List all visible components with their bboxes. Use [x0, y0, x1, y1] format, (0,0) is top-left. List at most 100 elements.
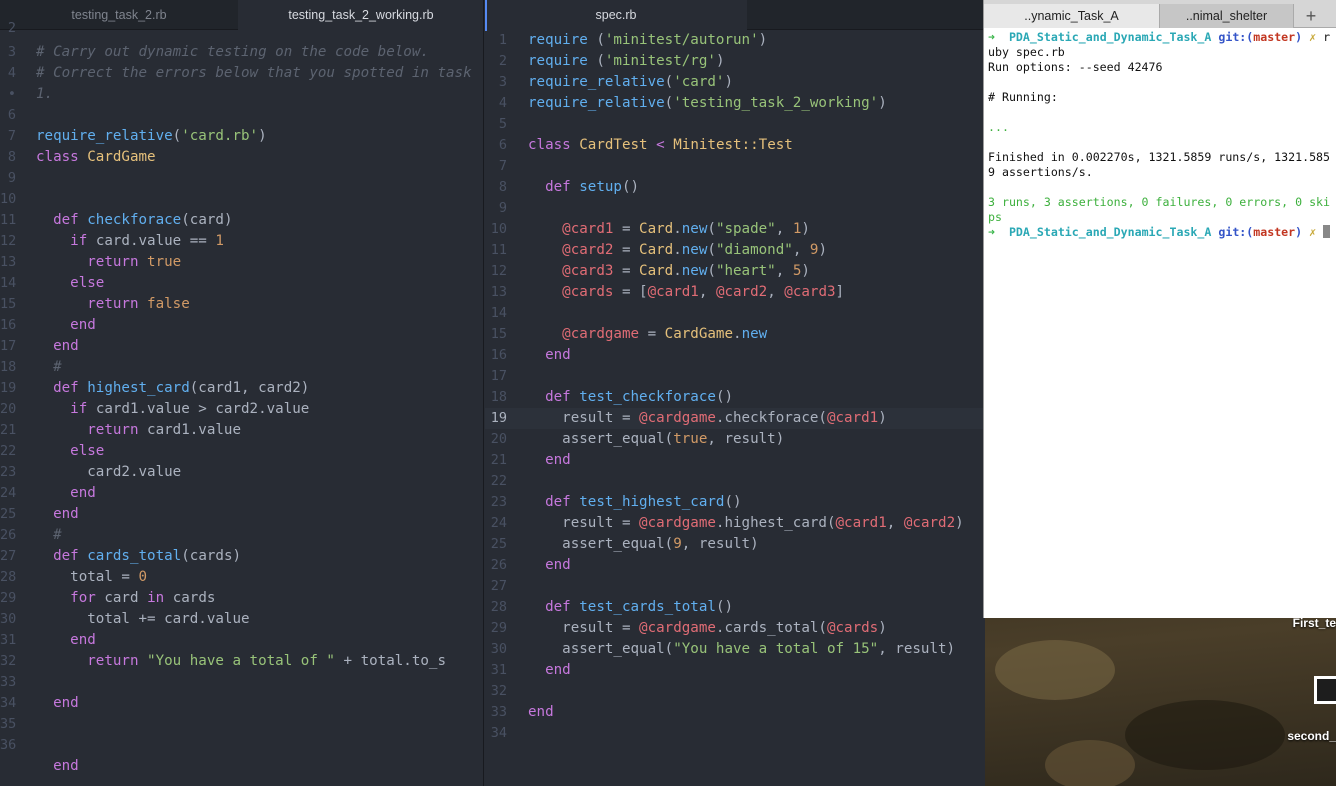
code-token: return [87, 296, 139, 312]
code-line: 10 @card1 = Card.new("spade", 1) [485, 219, 985, 240]
code-token: (card) [181, 212, 233, 228]
prompt-directory: PDA_Static_and_Dynamic_Task_A [1008, 225, 1212, 239]
code-line: 21 return card1.value [0, 420, 483, 441]
line-number: 7 [7, 128, 16, 144]
desktop-folder-icon[interactable] [1314, 676, 1336, 704]
tab-bar-right: spec.rb [485, 0, 985, 31]
code-line: 21 end [485, 450, 985, 471]
code-token: end [545, 662, 571, 678]
code-line: 14 else [0, 273, 483, 294]
code-token: 'card' [673, 74, 725, 90]
code-token: ) [801, 263, 810, 279]
code-token: Card [639, 263, 674, 279]
line-number: 17 [0, 338, 17, 354]
code-line: 16 end [485, 345, 985, 366]
code-line: 8 def setup() [485, 177, 985, 198]
code-token: def [53, 212, 79, 228]
terminal-tab-task-a[interactable]: ..ynamic_Task_A [984, 4, 1160, 28]
code-line: 15 @cardgame = CardGame.new [485, 324, 985, 345]
line-number: 20 [0, 401, 17, 417]
code-token: ( [664, 95, 674, 111]
code-token: CardGame [664, 326, 734, 342]
code-token: return [87, 653, 139, 669]
code-token: end [545, 452, 571, 468]
code-token: assert_equal( [562, 536, 674, 552]
line-number: 26 [490, 557, 507, 573]
code-token: end [53, 506, 79, 522]
code-token: ( [596, 53, 605, 69]
terminal-command: r [1323, 30, 1331, 44]
code-token: 'minitest/rg' [604, 53, 716, 69]
code-token: card1.value [147, 422, 242, 438]
code-token: . [673, 221, 682, 237]
code-line: 32 return "You have a total of " + total… [0, 651, 483, 672]
code-line: 17 [485, 366, 985, 387]
line-number: 36 [0, 737, 17, 753]
terminal-window[interactable]: ..ynamic_Task_A ..nimal_shelter + ➜ PDA_… [983, 0, 1336, 618]
desktop-folder-label[interactable]: second_ [1287, 729, 1336, 743]
code-token: , result) [681, 536, 759, 552]
code-token: else [70, 275, 105, 291]
code-token: @card1 [562, 221, 614, 237]
code-line: 11 @card2 = Card.new("diamond", 9) [485, 240, 985, 261]
code-token: .highest_card( [715, 515, 836, 531]
code-line: 15 return false [0, 294, 483, 315]
code-token: CardGame [87, 149, 156, 165]
code-token: true [673, 431, 708, 447]
code-line: 12 @card3 = Card.new("heart", 5) [485, 261, 985, 282]
line-number: 8 [7, 149, 16, 165]
code-token: , [792, 242, 810, 258]
terminal-tab-animal-shelter[interactable]: ..nimal_shelter [1160, 4, 1294, 28]
tab-spec-rb[interactable]: spec.rb [485, 0, 747, 31]
line-number: 32 [0, 653, 17, 669]
code-token: ( [664, 74, 674, 90]
code-line: 9 [485, 198, 985, 219]
line-number: 18 [490, 389, 507, 405]
code-line: 22 [485, 471, 985, 492]
line-number: 15 [0, 296, 17, 312]
code-token: ( [707, 242, 716, 258]
code-line: 29 for card in cards [0, 588, 483, 609]
code-token: . [733, 326, 742, 342]
code-token: end [545, 557, 571, 573]
line-number: 14 [490, 305, 507, 321]
code-token: (card1, card2) [189, 380, 310, 396]
code-token: new [681, 221, 708, 237]
code-token: new [681, 263, 708, 279]
code-token: cards [172, 590, 216, 606]
code-token: end [53, 695, 79, 711]
code-token: Card [639, 242, 674, 258]
line-number: 7 [498, 158, 507, 174]
desktop-folder-label[interactable]: First_te [1293, 616, 1336, 630]
code-token: require_relative [36, 128, 173, 144]
code-line: 30 total += card.value [0, 609, 483, 630]
code-line: 32 [485, 681, 985, 702]
code-token: = [613, 263, 640, 279]
code-token: @card3 [784, 284, 836, 300]
terminal-line: 3 runs, 3 assertions, 0 failures, 0 erro… [988, 195, 1331, 209]
code-token: = [613, 221, 640, 237]
code-token: ] [835, 284, 845, 300]
code-token: 'card.rb' [181, 128, 259, 144]
code-line: 23 card2.value [0, 462, 483, 483]
code-token: class [528, 137, 571, 153]
code-token: return [87, 254, 139, 270]
line-number: 11 [0, 212, 17, 228]
code-line: 12 if card.value == 1 [0, 231, 483, 252]
code-line: 3 # Carry out dynamic testing on the code… [0, 42, 483, 63]
line-number: 27 [0, 548, 17, 564]
code-token: () [715, 389, 734, 405]
code-token: @card1 [835, 515, 887, 531]
code-token: ) [878, 620, 887, 636]
new-tab-icon[interactable]: + [1296, 4, 1326, 28]
code-token: in [147, 590, 165, 606]
line-number: 11 [490, 242, 507, 258]
code-comment: # Correct the errors below that you spot… [36, 65, 472, 81]
code-token: if [70, 401, 88, 417]
code-token: require [528, 32, 588, 48]
line-number: 8 [498, 179, 507, 195]
code-line: 6 [0, 105, 483, 126]
line-number: 19 [490, 410, 507, 426]
code-token: ) [801, 221, 810, 237]
line-number: 10 [490, 221, 507, 237]
